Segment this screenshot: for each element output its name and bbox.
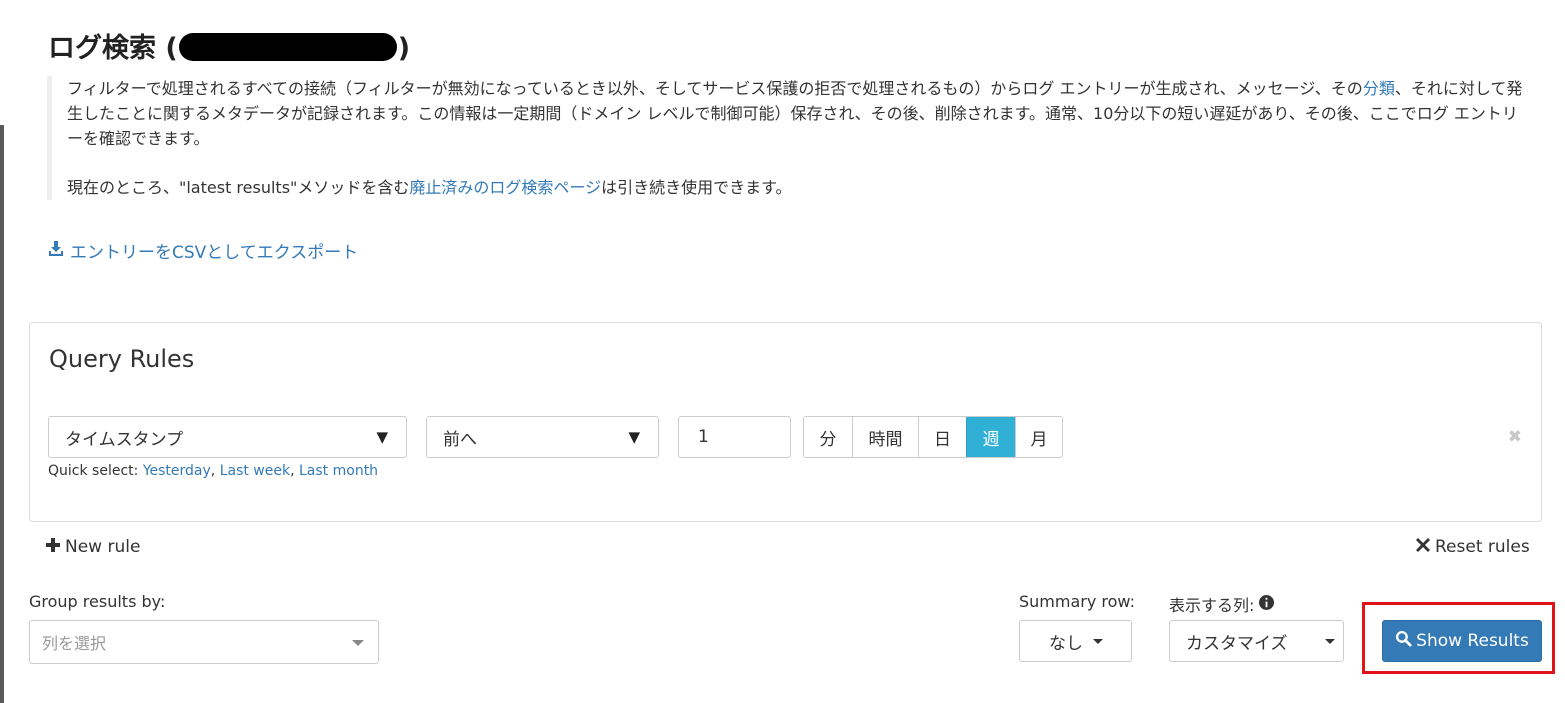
export-csv-link[interactable]: エントリーをCSVとしてエクスポート <box>48 238 358 263</box>
export-csv-label: エントリーをCSVとしてエクスポート <box>70 243 359 263</box>
quick-select-label: Quick select: <box>48 463 143 479</box>
page-title-text: ログ検索 ( <box>48 33 178 64</box>
page-title-close: ) <box>397 33 411 64</box>
quick-select-yesterday[interactable]: Yesterday <box>143 463 211 479</box>
summary-row-dropdown[interactable]: なし <box>1019 620 1132 662</box>
intro-text: は引き続き使用できます。 <box>601 178 792 197</box>
rule-operator-select[interactable]: 前へ ▼ <box>426 416 659 458</box>
dropdown-triangle-icon: ▼ <box>628 428 640 446</box>
rule-field-select[interactable]: タイムスタンプ ▼ <box>48 416 407 458</box>
query-rules-panel: Query Rules タイムスタンプ ▼ 前へ ▼ 1 分 時間 日 週 月 … <box>29 322 1542 522</box>
intro-text: フィルターで処理されるすべての接続（フィルターが無効になっているとき以外、そして… <box>67 79 1363 98</box>
intro-blockquote: フィルターで処理されるすべての接続（フィルターが無効になっているとき以外、そして… <box>47 76 1532 200</box>
intro-paragraph-1: フィルターで処理されるすべての接続（フィルターが無効になっているとき以外、そして… <box>67 76 1532 151</box>
columns-value: カスタマイズ <box>1186 633 1288 654</box>
dropdown-triangle-icon: ▼ <box>376 428 388 446</box>
rule-field-value: タイムスタンプ <box>65 429 184 450</box>
intro-paragraph-2: 現在のところ、"latest results"メソッドを含む廃止済みのログ検索ペ… <box>67 175 1532 200</box>
remove-rule-icon[interactable]: ✖ <box>1508 427 1522 447</box>
unit-month-button[interactable]: 月 <box>1015 417 1062 457</box>
close-icon <box>1416 537 1430 557</box>
quick-select-separator: , <box>290 463 299 479</box>
page-title: ログ検索 () <box>48 26 410 65</box>
columns-select[interactable]: カスタマイズ <box>1169 620 1344 662</box>
quick-select-last-week[interactable]: Last week <box>220 463 290 479</box>
new-rule-label: New rule <box>65 537 141 557</box>
quick-select: Quick select: Yesterday, Last week, Last… <box>48 463 378 479</box>
quick-select-separator: , <box>210 463 220 479</box>
summary-row-label: Summary row: <box>1019 592 1136 611</box>
chevron-down-icon <box>352 640 364 646</box>
rule-operator-value: 前へ <box>443 429 477 450</box>
rule-value-input[interactable]: 1 <box>678 416 791 458</box>
plus-icon <box>46 537 60 557</box>
classification-link[interactable]: 分類 <box>1363 79 1395 98</box>
unit-day-button[interactable]: 日 <box>918 417 966 457</box>
deprecated-log-search-link[interactable]: 廃止済みのログ検索ページ <box>409 178 601 197</box>
highlight-box <box>1362 602 1555 674</box>
group-by-label: Group results by: <box>29 592 166 611</box>
reset-rules-label: Reset rules <box>1435 537 1530 557</box>
quick-select-last-month[interactable]: Last month <box>299 463 378 479</box>
intro-text: 現在のところ、"latest results"メソッドを含む <box>67 178 410 197</box>
download-icon <box>48 240 64 261</box>
group-by-select[interactable]: 列を選択 <box>29 620 379 664</box>
time-unit-button-group: 分 時間 日 週 月 <box>803 416 1063 458</box>
redacted-domain <box>178 33 397 61</box>
chevron-down-icon <box>1093 638 1103 644</box>
columns-label: 表示する列: <box>1169 596 1255 615</box>
group-by-placeholder: 列を選択 <box>42 634 107 653</box>
reset-rules-button[interactable]: Reset rules <box>1416 537 1530 557</box>
rule-value-text: 1 <box>698 427 709 447</box>
unit-week-button[interactable]: 週 <box>966 417 1015 457</box>
query-rules-title: Query Rules <box>49 345 195 373</box>
new-rule-button[interactable]: New rule <box>46 537 140 557</box>
chevron-down-icon <box>1325 639 1335 644</box>
columns-label-group: 表示する列: <box>1169 592 1275 616</box>
unit-minute-button[interactable]: 分 <box>804 417 852 457</box>
unit-hour-button[interactable]: 時間 <box>852 417 918 457</box>
info-icon[interactable] <box>1259 594 1275 614</box>
window-edge <box>0 125 4 703</box>
summary-row-value: なし <box>1049 633 1083 654</box>
